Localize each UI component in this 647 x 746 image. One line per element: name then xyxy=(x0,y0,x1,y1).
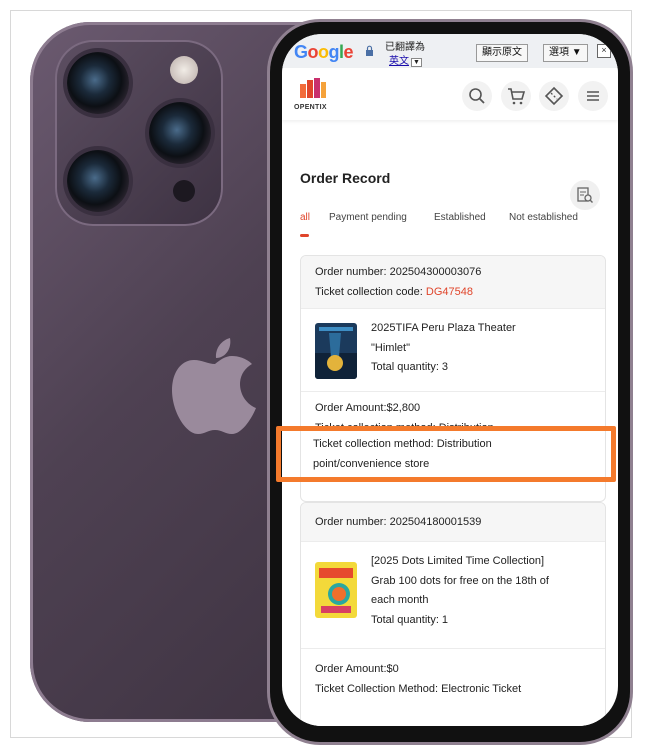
search-icon xyxy=(469,88,485,104)
order-search-button[interactable] xyxy=(570,180,600,210)
tab-all[interactable]: all xyxy=(300,212,310,223)
collection-code-label: Ticket collection code: xyxy=(315,286,426,298)
ticket-icon xyxy=(544,86,564,106)
language-label: 英文 xyxy=(389,56,409,67)
chevron-down-icon: ▼ xyxy=(411,58,422,67)
google-logo: Google xyxy=(294,42,354,62)
phone-screen: Google 已翻譯為 英文 ▼ 顯示原文 選項 ▼ × OPENTIX Orde… xyxy=(282,34,618,726)
product-thumbnail xyxy=(315,562,357,618)
product-title-line: "Himlet" xyxy=(371,341,410,354)
product-info: [2025 Dots Limited Time Collection] Grab… xyxy=(371,552,591,630)
cart-icon xyxy=(508,88,526,105)
order-product: 2025TIFA Peru Plaza Theater "Himlet" Tot… xyxy=(301,308,605,392)
order-number: Order number: 202504180001539 xyxy=(315,516,482,528)
order-number: Order number: 202504300003076 xyxy=(315,266,482,278)
total-quantity: Total quantity: 3 xyxy=(371,361,449,373)
product-info: 2025TIFA Peru Plaza Theater "Himlet" Tot… xyxy=(371,319,591,378)
options-button[interactable]: 選項 ▼ xyxy=(543,44,588,62)
order-card[interactable]: Order number: 202504180001539 [2025 Dots… xyxy=(300,502,606,726)
collection-method: Ticket Collection Method: Electronic Tic… xyxy=(315,683,522,695)
document-search-icon xyxy=(577,187,593,203)
highlight-box xyxy=(276,426,616,482)
total-quantity: Total quantity: 1 xyxy=(371,613,449,626)
lidar-sensor xyxy=(173,180,195,202)
order-product: [2025 Dots Limited Time Collection] Grab… xyxy=(301,541,605,649)
camera-module xyxy=(55,40,223,226)
close-icon[interactable]: × xyxy=(597,44,611,58)
google-translate-bar: Google 已翻譯為 英文 ▼ 顯示原文 選項 ▼ × xyxy=(282,34,618,69)
show-original-button[interactable]: 顯示原文 xyxy=(476,44,528,62)
collection-code: DG47548 xyxy=(425,286,473,298)
order-card-footer: Order Amount:$0 Ticket Collection Method… xyxy=(301,649,605,709)
order-card-header: Order number: 202504300003076 Ticket col… xyxy=(301,256,605,308)
menu-button[interactable] xyxy=(578,81,608,111)
translated-label: 已翻譯為 xyxy=(385,42,425,53)
tab-established[interactable]: Established xyxy=(434,212,486,223)
active-tab-indicator xyxy=(300,234,309,237)
camera-lens xyxy=(67,52,129,114)
product-title-line: Grab 100 dots for free on the 18th of xyxy=(371,574,549,587)
apple-logo-icon xyxy=(172,338,256,434)
flash-icon xyxy=(170,56,198,84)
camera-lens xyxy=(67,150,129,212)
order-amount: Order Amount:$0 xyxy=(315,663,399,675)
product-title-line: 2025TIFA Peru Plaza Theater xyxy=(371,322,516,334)
app-header: OPENTIX xyxy=(282,68,618,120)
lock-icon xyxy=(366,45,373,56)
tab-not-established[interactable]: Not established xyxy=(509,212,578,223)
cart-button[interactable] xyxy=(501,81,531,111)
order-card-header: Order number: 202504180001539 xyxy=(301,503,605,541)
logo-text: OPENTIX xyxy=(294,104,327,111)
menu-icon xyxy=(587,91,599,101)
search-button[interactable] xyxy=(462,81,492,111)
camera-lens xyxy=(149,102,211,164)
product-title-line: each month xyxy=(371,594,429,606)
order-amount: Order Amount:$2,800 xyxy=(315,402,421,414)
product-title-line: [2025 Dots Limited Time Collection] xyxy=(371,555,545,567)
ticket-button[interactable] xyxy=(539,81,569,111)
tab-payment-pending[interactable]: Payment pending xyxy=(329,212,407,223)
product-thumbnail xyxy=(315,323,357,379)
language-select[interactable]: 英文 ▼ xyxy=(389,52,422,67)
collection-code-row: Ticket collection code: DG47548 xyxy=(315,282,591,302)
page-title: Order Record xyxy=(300,170,391,186)
